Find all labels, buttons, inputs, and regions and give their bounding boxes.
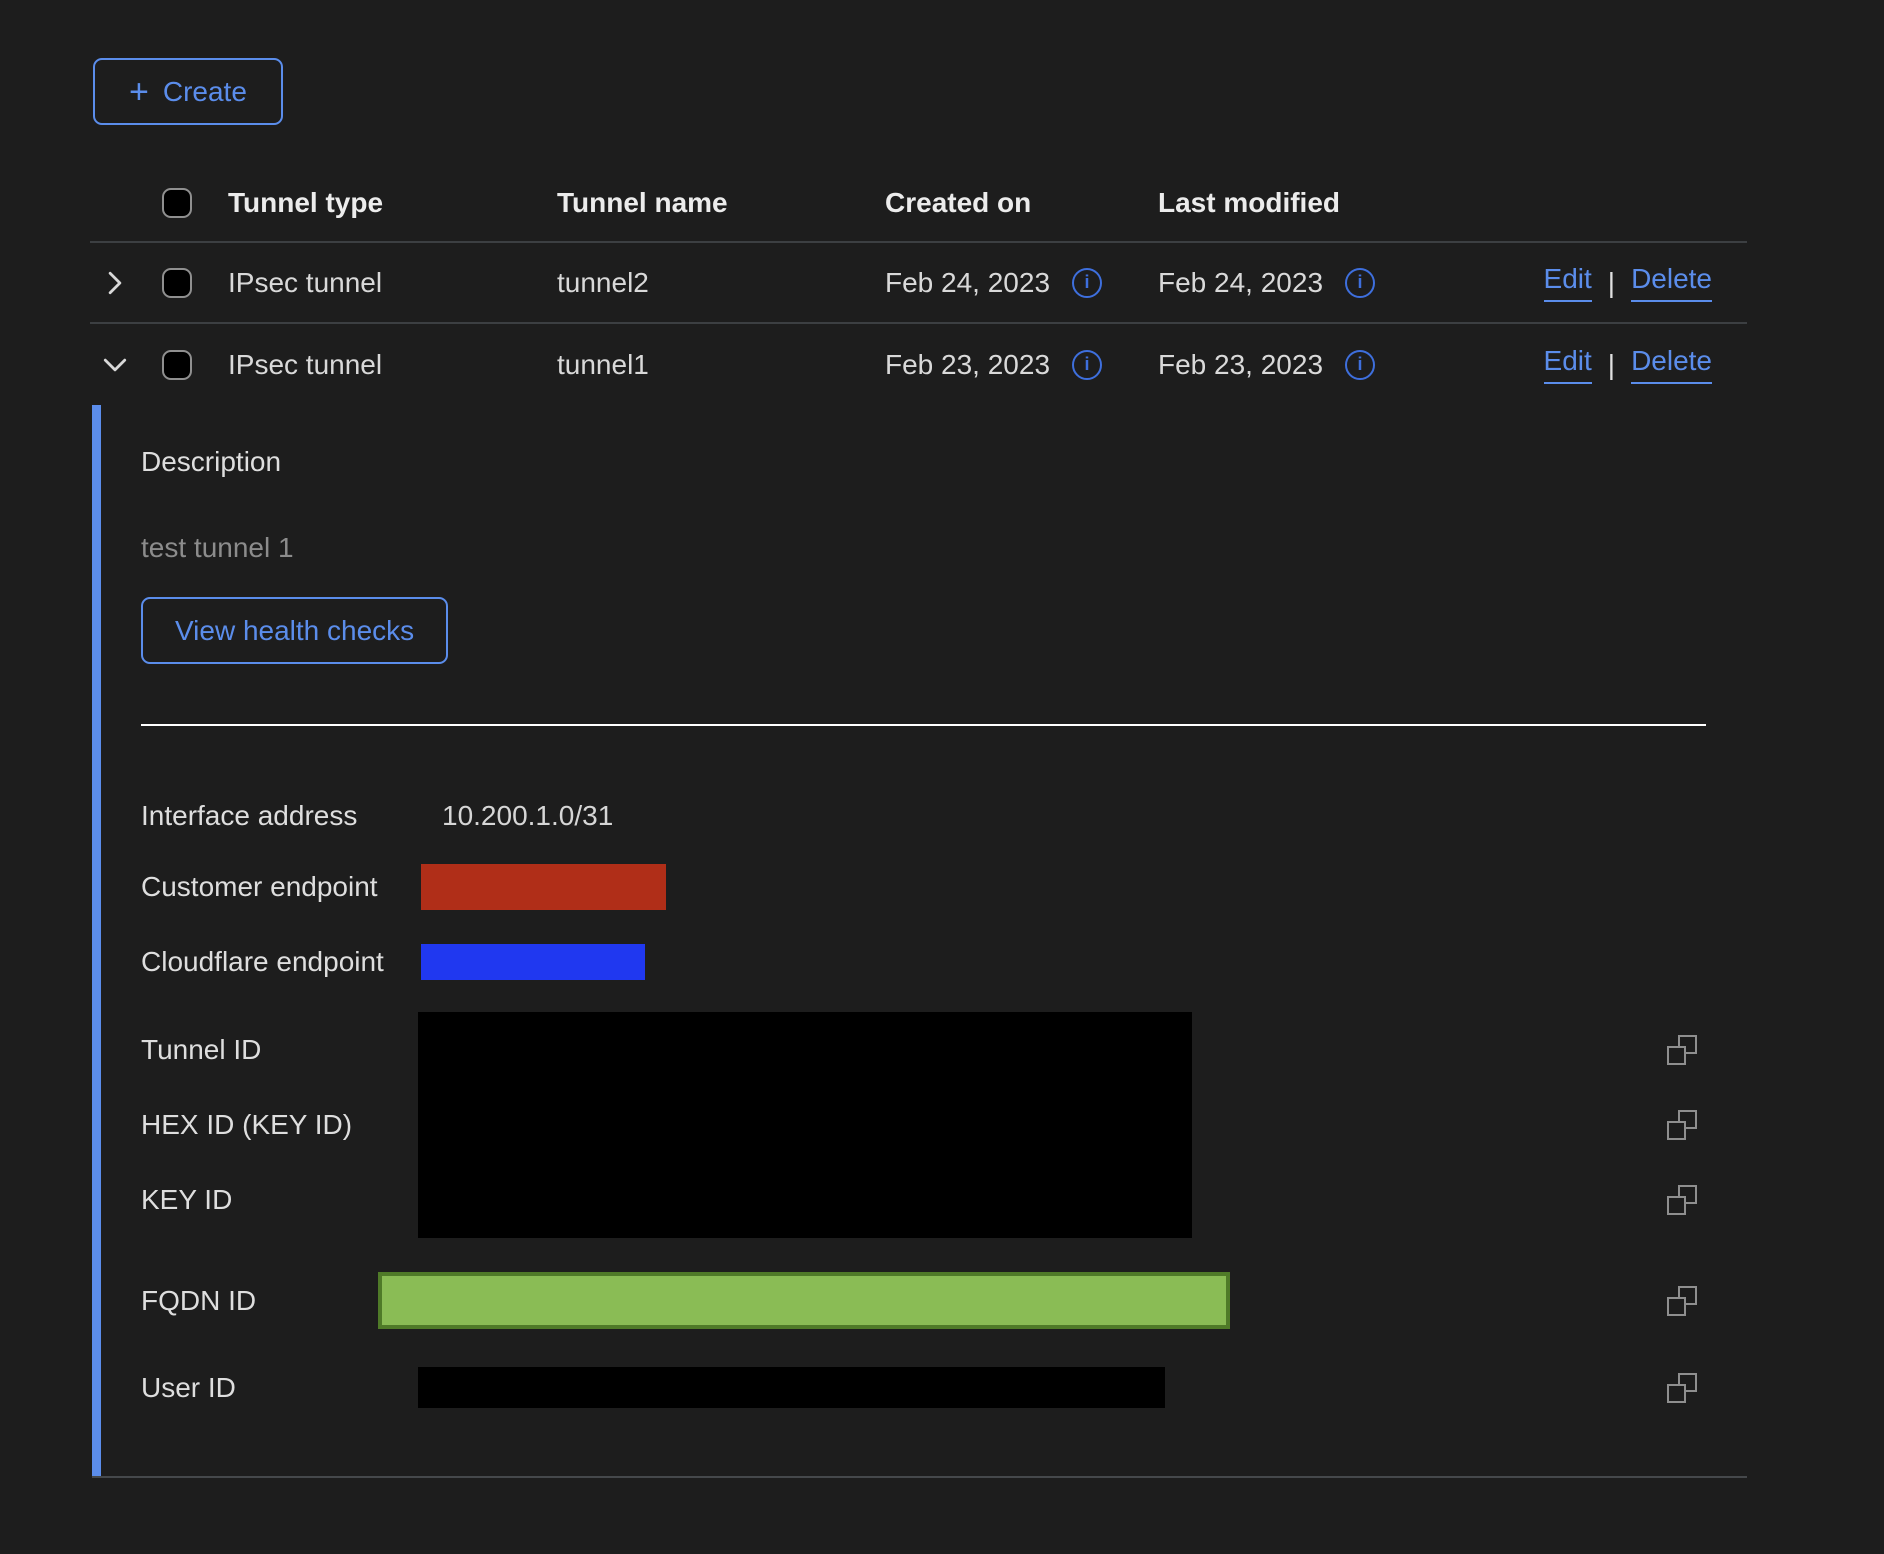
expanded-tunnel-details: Description test tunnel 1 View health ch…	[92, 405, 1747, 1476]
create-button[interactable]: + Create	[93, 58, 283, 125]
tunnel-name: tunnel2	[557, 267, 885, 299]
info-icon[interactable]: i	[1345, 350, 1375, 380]
created-on-date: Feb 24, 2023	[885, 267, 1050, 299]
copy-icon[interactable]	[1667, 1286, 1697, 1316]
chevron-down-icon[interactable]	[102, 352, 128, 378]
header-tunnel-name: Tunnel name	[557, 187, 885, 219]
customer-endpoint-redaction	[421, 864, 666, 910]
chevron-right-icon[interactable]	[102, 270, 128, 296]
cloudflare-endpoint-row: Cloudflare endpoint	[141, 942, 1747, 982]
tunnels-table: Tunnel type Tunnel name Created on Last …	[90, 165, 1747, 405]
table-row-tunnel2: IPsec tunnel tunnel2 Feb 24, 2023 i Feb …	[90, 243, 1747, 324]
delete-link[interactable]: Delete	[1631, 263, 1712, 302]
header-last-modified: Last modified	[1158, 187, 1480, 219]
panel-bottom-divider	[92, 1476, 1747, 1478]
tunnel-ids-redaction	[418, 1012, 1192, 1238]
user-id-label: User ID	[141, 1372, 418, 1404]
create-button-label: Create	[163, 76, 247, 108]
info-icon[interactable]: i	[1345, 268, 1375, 298]
customer-endpoint-label: Customer endpoint	[141, 871, 418, 903]
tunnel-ids-group: Tunnel ID HEX ID (KEY ID) KEY ID	[141, 1012, 1747, 1238]
last-modified-date: Feb 23, 2023	[1158, 349, 1323, 381]
cloudflare-endpoint-redaction	[421, 944, 645, 980]
row-checkbox[interactable]	[162, 268, 192, 298]
customer-endpoint-row: Customer endpoint	[141, 864, 1747, 910]
interface-address-label: Interface address	[141, 800, 418, 832]
last-modified-date: Feb 24, 2023	[1158, 267, 1323, 299]
copy-icon[interactable]	[1667, 1035, 1697, 1065]
header-tunnel-type: Tunnel type	[228, 187, 557, 219]
row-checkbox[interactable]	[162, 350, 192, 380]
user-id-row: User ID	[141, 1367, 1747, 1408]
tunnel-name: tunnel1	[557, 349, 885, 381]
tunnel-type: IPsec tunnel	[228, 267, 557, 299]
table-header-row: Tunnel type Tunnel name Created on Last …	[90, 165, 1747, 243]
created-on-date: Feb 23, 2023	[885, 349, 1050, 381]
copy-icon[interactable]	[1667, 1373, 1697, 1403]
header-created-on: Created on	[885, 187, 1158, 219]
action-separator: |	[1608, 267, 1615, 299]
info-icon[interactable]: i	[1072, 268, 1102, 298]
key-id-label: KEY ID	[141, 1163, 418, 1238]
select-all-checkbox[interactable]	[162, 188, 192, 218]
edit-link[interactable]: Edit	[1544, 263, 1592, 302]
tunnels-page: + Create Tunnel type Tunnel name Created…	[0, 0, 1747, 1478]
tunnel-id-label: Tunnel ID	[141, 1012, 418, 1087]
delete-link[interactable]: Delete	[1631, 345, 1712, 384]
section-divider	[141, 724, 1706, 726]
plus-icon: +	[129, 75, 149, 109]
edit-link[interactable]: Edit	[1544, 345, 1592, 384]
user-id-redaction	[418, 1367, 1165, 1408]
hex-id-label: HEX ID (KEY ID)	[141, 1087, 418, 1162]
interface-address-value: 10.200.1.0/31	[418, 800, 613, 832]
tunnel-type: IPsec tunnel	[228, 349, 557, 381]
fqdn-id-row: FQDN ID	[141, 1272, 1747, 1329]
copy-icon[interactable]	[1667, 1185, 1697, 1215]
fqdn-id-redaction	[378, 1272, 1230, 1329]
action-separator: |	[1608, 349, 1615, 381]
description-label: Description	[141, 445, 1747, 479]
table-row-tunnel1: IPsec tunnel tunnel1 Feb 23, 2023 i Feb …	[90, 324, 1747, 405]
cloudflare-endpoint-label: Cloudflare endpoint	[141, 946, 418, 978]
view-health-checks-button[interactable]: View health checks	[141, 597, 448, 664]
interface-address-row: Interface address 10.200.1.0/31	[141, 796, 1747, 836]
description-value: test tunnel 1	[141, 531, 1747, 565]
copy-icon[interactable]	[1667, 1110, 1697, 1140]
info-icon[interactable]: i	[1072, 350, 1102, 380]
fqdn-id-label: FQDN ID	[141, 1285, 418, 1317]
